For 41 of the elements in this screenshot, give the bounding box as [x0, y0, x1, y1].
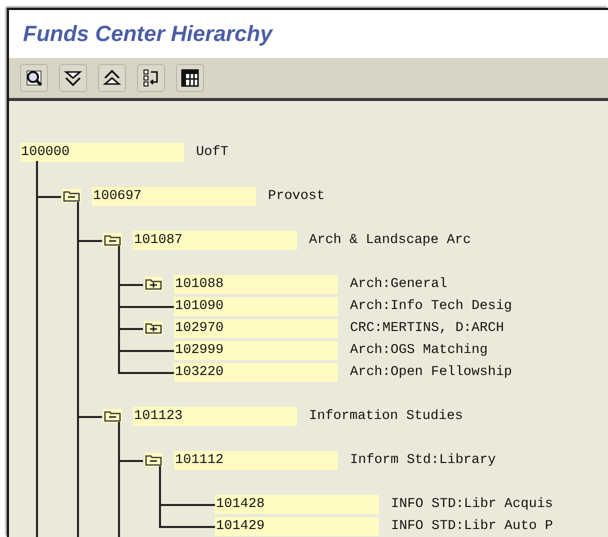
toolbar-button[interactable] [176, 64, 204, 92]
double-chevron-up-icon [102, 68, 122, 88]
node-description: Provost [268, 188, 325, 204]
node-id-field[interactable]: 103220 [174, 363, 338, 382]
node-id-field[interactable]: 101428 [215, 495, 379, 514]
table-grid-icon [180, 68, 200, 88]
toolbar-button[interactable] [59, 64, 87, 92]
node-description: Inform Std:Library [350, 452, 496, 468]
folder-plus-icon[interactable] [144, 321, 163, 335]
node-id-field[interactable]: 101123 [133, 407, 297, 426]
folder-plus-icon[interactable] [144, 277, 163, 291]
node-id-field[interactable]: 100697 [92, 187, 256, 206]
node-id-field[interactable]: 102970 [174, 319, 338, 338]
folder-minus-icon[interactable] [103, 409, 122, 423]
node-id-field[interactable]: 101090 [174, 297, 338, 316]
node-description: Arch & Landscape Arc [309, 232, 472, 248]
node-id-field[interactable]: 101429 [215, 517, 379, 536]
node-description: Arch:OGS Matching [350, 342, 488, 358]
folder-minus-icon[interactable] [103, 233, 122, 247]
node-id-field[interactable]: 101087 [133, 231, 297, 250]
window-title: Funds Center Hierarchy [23, 21, 272, 47]
list-arrow-icon [141, 68, 161, 88]
node-description: UofT [196, 144, 228, 160]
node-description: INFO STD:Libr Auto P [391, 518, 554, 534]
magnifier-icon [24, 68, 44, 88]
toolbar-button[interactable] [137, 64, 165, 92]
node-id-field[interactable]: 101088 [174, 275, 338, 294]
folder-minus-icon[interactable] [62, 189, 81, 203]
node-description: INFO STD:Libr Acquis [391, 496, 554, 512]
node-description: Arch:General [350, 276, 448, 292]
node-description: CRC:MERTINS, D:ARCH [350, 320, 504, 336]
double-chevron-down-icon [63, 68, 83, 88]
toolbar-button[interactable] [98, 64, 126, 92]
node-id-field[interactable]: 100000 [20, 143, 184, 162]
node-id-field[interactable]: 101112 [174, 451, 338, 470]
toolbar-button[interactable] [20, 64, 48, 92]
node-id-field[interactable]: 102999 [174, 341, 338, 360]
folder-minus-icon[interactable] [144, 453, 163, 467]
node-description: Arch:Info Tech Desig [350, 298, 512, 314]
node-description: Arch:Open Fellowship [350, 364, 512, 380]
node-description: Information Studies [309, 408, 463, 424]
